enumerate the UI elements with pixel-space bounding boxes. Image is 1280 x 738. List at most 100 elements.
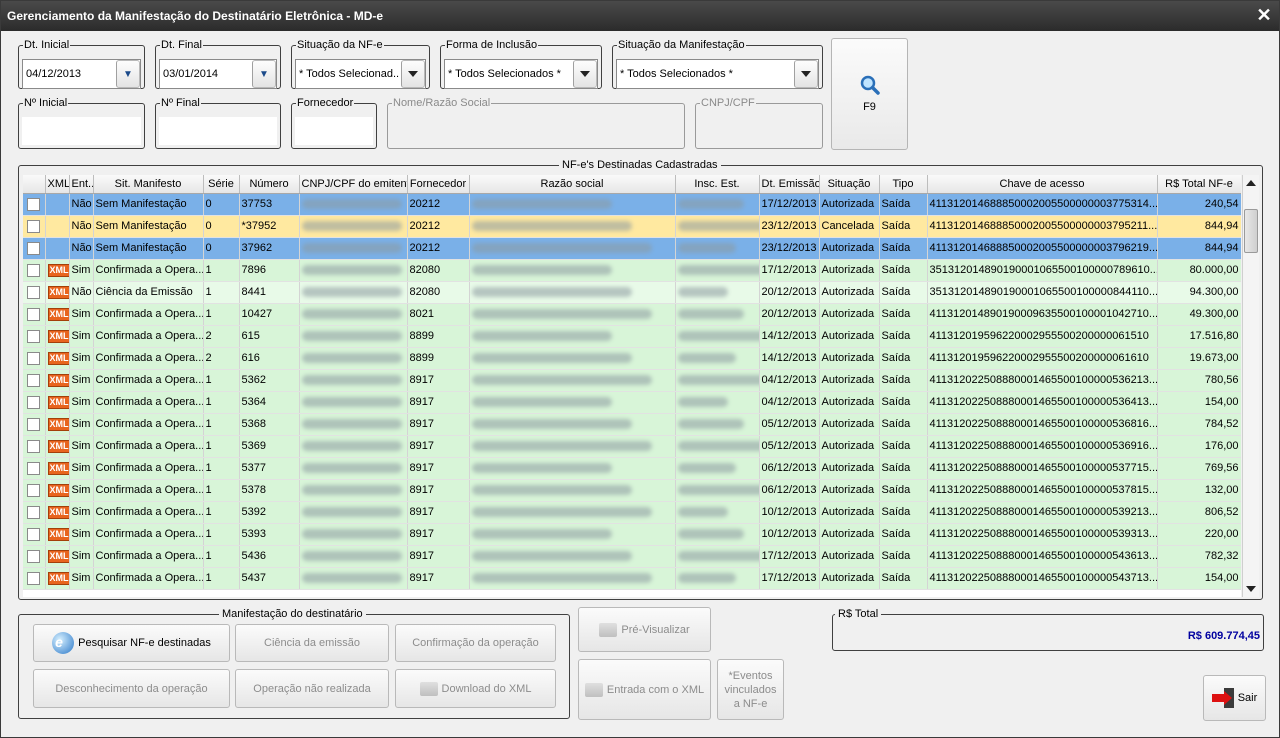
xml-file-icon[interactable]: XML	[47, 351, 68, 365]
column-header[interactable]: CNPJ/CPF do emitente	[299, 175, 408, 194]
exit-button[interactable]: Sair	[1203, 675, 1266, 721]
table-row[interactable]: XML Sim Confirmada a Opera... 1 5364 8917 04/1…	[23, 391, 1241, 414]
table-row[interactable]: Não Sem Manifestação 0 *37952 20212 23/12/201…	[23, 215, 1241, 238]
column-header[interactable]: Sit. Manifesto	[93, 175, 204, 194]
scroll-up-icon[interactable]	[1246, 180, 1256, 186]
column-header[interactable]: Fornecedor	[407, 175, 470, 194]
table-row[interactable]: XML Não Ciência da Emissão 1 8441 82080 20/12/…	[23, 281, 1241, 304]
table-row[interactable]: XML Sim Confirmada a Opera... 1 10427 8021 20/…	[23, 303, 1241, 326]
xml-file-icon[interactable]: XML	[47, 263, 68, 277]
table-row[interactable]: XML Sim Confirmada a Opera... 2 616 8899 14/12…	[23, 347, 1241, 370]
scroll-down-icon[interactable]	[1246, 586, 1256, 592]
dt-inicial-field[interactable]: 04/12/2013 ▼	[22, 59, 141, 89]
column-header[interactable]: Dt. Emissão	[759, 175, 820, 194]
column-header[interactable]	[23, 175, 46, 194]
xml-file-icon[interactable]: XML	[47, 373, 68, 387]
cell-serie: 0	[203, 237, 240, 260]
column-header[interactable]: Ent...	[69, 175, 94, 194]
n-inicial-input[interactable]	[22, 117, 141, 145]
table-row[interactable]: XML Sim Confirmada a Opera... 1 5368 8917 05/1…	[23, 413, 1241, 436]
xml-file-icon[interactable]: XML	[47, 527, 68, 541]
pesquisar-nfe-button[interactable]: e Pesquisar NF-e destinadas	[33, 624, 230, 662]
row-checkbox[interactable]	[27, 395, 41, 409]
fornecedor-input[interactable]	[295, 117, 373, 145]
xml-file-icon[interactable]: XML	[47, 505, 68, 519]
xml-file-icon[interactable]: XML	[47, 417, 68, 431]
column-header[interactable]: Razão social	[469, 175, 676, 194]
entrada-xml-button[interactable]: Entrada com o XML	[578, 659, 711, 720]
confirmacao-operacao-button[interactable]: Confirmação da operação	[395, 624, 556, 662]
xml-file-icon[interactable]: XML	[47, 439, 68, 453]
row-checkbox[interactable]	[27, 439, 41, 453]
operacao-nao-realizada-button[interactable]: Operação não realizada	[235, 669, 389, 708]
xml-file-icon[interactable]: XML	[47, 461, 68, 475]
row-checkbox[interactable]	[27, 285, 41, 299]
row-checkbox[interactable]	[27, 241, 41, 255]
situacao-manifestacao-dropdown-button[interactable]	[794, 60, 818, 88]
dt-final-field[interactable]: 03/01/2014 ▼	[159, 59, 277, 89]
redacted-razao-social	[471, 309, 652, 320]
column-header[interactable]: Situação	[819, 175, 880, 194]
ciencia-emissao-button[interactable]: Ciência da emissão	[235, 624, 389, 662]
search-button[interactable]: F9	[831, 38, 908, 150]
row-checkbox[interactable]	[27, 307, 41, 321]
row-checkbox[interactable]	[27, 505, 41, 519]
situacao-nfe-dropdown-button[interactable]	[401, 60, 425, 88]
xml-file-icon[interactable]: XML	[47, 395, 68, 409]
table-row[interactable]: Não Sem Manifestação 0 37962 20212 23/12/2013…	[23, 237, 1241, 260]
row-checkbox[interactable]	[27, 483, 41, 497]
forma-inclusao-select[interactable]: * Todos Selecionados *	[444, 59, 598, 89]
table-row[interactable]: XML Sim Confirmada a Opera... 1 7896 82080 17/…	[23, 259, 1241, 282]
cell-tipo: Saída	[879, 237, 928, 260]
table-row[interactable]: XML Sim Confirmada a Opera... 2 615 8899 14/12…	[23, 325, 1241, 348]
column-header[interactable]: Tipo	[879, 175, 928, 194]
triangle-down-icon	[580, 71, 590, 77]
table-row[interactable]: XML Sim Confirmada a Opera... 1 5369 8917 05/1…	[23, 435, 1241, 458]
column-header[interactable]: Chave de acesso	[927, 175, 1158, 194]
table-row[interactable]: XML Sim Confirmada a Opera... 1 5378 8917 06/1…	[23, 479, 1241, 502]
download-xml-button[interactable]: Download do XML	[395, 669, 556, 708]
row-checkbox[interactable]	[27, 197, 41, 211]
column-header[interactable]: R$ Total NF-e	[1157, 175, 1241, 194]
row-checkbox[interactable]	[27, 527, 41, 541]
close-icon[interactable]: ✕	[1255, 5, 1273, 25]
table-row[interactable]: Não Sem Manifestação 0 37753 20212 17/12/2013…	[23, 193, 1241, 216]
forma-inclusao-dropdown-button[interactable]	[573, 60, 597, 88]
xml-file-icon[interactable]: XML	[47, 483, 68, 497]
pre-visualizar-button[interactable]: Pré-Visualizar	[578, 607, 711, 652]
xml-file-icon[interactable]: XML	[47, 285, 68, 299]
xml-file-icon[interactable]: XML	[47, 571, 68, 585]
situacao-nfe-select[interactable]: * Todos Selecionad...	[295, 59, 426, 89]
row-checkbox[interactable]	[27, 351, 41, 365]
situacao-manifestacao-select[interactable]: * Todos Selecionados *	[616, 59, 819, 89]
xml-file-icon[interactable]: XML	[47, 549, 68, 563]
table-row[interactable]: XML Sim Confirmada a Opera... 1 5437 8917 17/1…	[23, 567, 1241, 590]
row-checkbox[interactable]	[27, 549, 41, 563]
scroll-thumb[interactable]	[1244, 209, 1258, 253]
dt-inicial-dropdown-button[interactable]: ▼	[116, 60, 140, 88]
table-row[interactable]: XML Sim Confirmada a Opera... 1 5392 8917 10/1…	[23, 501, 1241, 524]
row-checkbox[interactable]	[27, 417, 41, 431]
row-checkbox[interactable]	[27, 263, 41, 277]
table-row[interactable]: XML Sim Confirmada a Opera... 1 5436 8917 17/1…	[23, 545, 1241, 568]
dt-final-dropdown-button[interactable]: ▼	[252, 60, 276, 88]
grid-scrollbar[interactable]	[1242, 175, 1259, 597]
eventos-vinculados-button[interactable]: *Eventos vinculados a NF-e	[717, 659, 784, 720]
row-checkbox[interactable]	[27, 571, 41, 585]
row-checkbox[interactable]	[27, 329, 41, 343]
column-header[interactable]: XML	[45, 175, 70, 194]
table-row[interactable]: XML Sim Confirmada a Opera... 1 5393 8917 10/1…	[23, 523, 1241, 546]
column-header[interactable]: Número	[239, 175, 300, 194]
redacted-insc-est	[677, 529, 745, 540]
xml-file-icon[interactable]: XML	[47, 329, 68, 343]
row-checkbox[interactable]	[27, 373, 41, 387]
n-final-input[interactable]	[159, 117, 277, 145]
row-checkbox[interactable]	[27, 461, 41, 475]
xml-file-icon[interactable]: XML	[47, 307, 68, 321]
column-header[interactable]: Série	[203, 175, 240, 194]
table-row[interactable]: XML Sim Confirmada a Opera... 1 5362 8917 04/1…	[23, 369, 1241, 392]
desconhecimento-operacao-button[interactable]: Desconhecimento da operação	[33, 669, 230, 708]
column-header[interactable]: Insc. Est.	[675, 175, 760, 194]
table-row[interactable]: XML Sim Confirmada a Opera... 1 5377 8917 06/1…	[23, 457, 1241, 480]
row-checkbox[interactable]	[27, 219, 41, 233]
